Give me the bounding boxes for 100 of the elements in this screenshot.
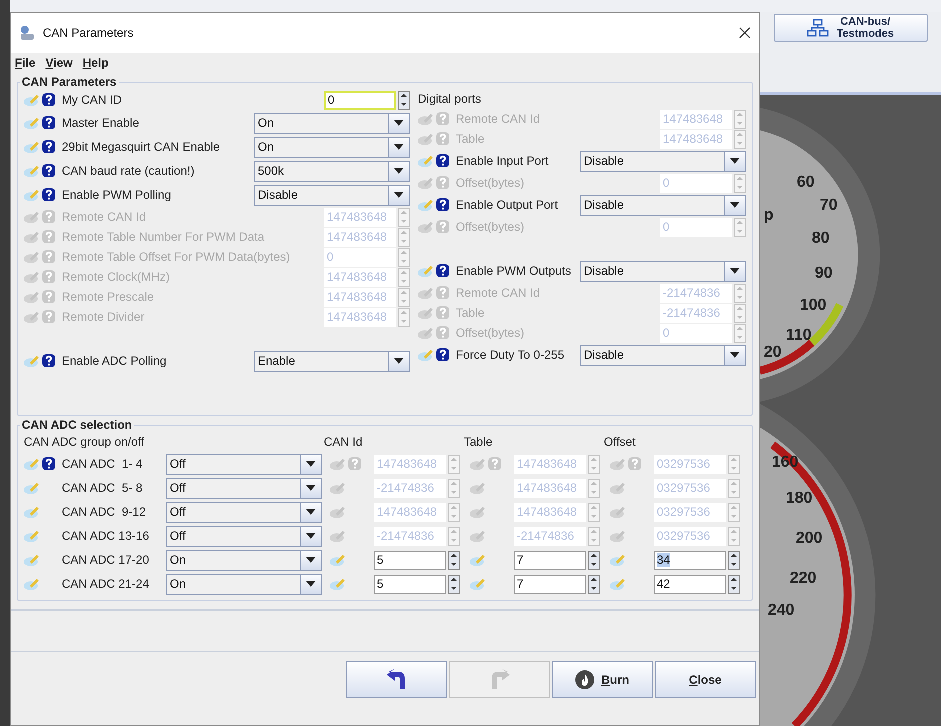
field-label: Table: [456, 306, 486, 320]
gauge-label: 240: [768, 602, 795, 619]
gauge-label: 70: [820, 197, 838, 214]
dropdown[interactable]: 500k: [254, 160, 410, 182]
caret-icon: [306, 461, 316, 467]
caret-icon: [306, 533, 316, 539]
caret-icon: [394, 168, 404, 174]
edit-icon[interactable]: [24, 290, 40, 304]
edit-icon[interactable]: [418, 286, 434, 300]
field-label: CAN ADC 17-20: [62, 553, 150, 567]
field-label: Remote Prescale: [62, 290, 156, 304]
help-icon[interactable]: [42, 164, 56, 178]
help-icon[interactable]: [436, 348, 450, 362]
dropdown[interactable]: Disable: [580, 344, 746, 366]
menu-item[interactable]: View: [46, 56, 73, 70]
edit-icon[interactable]: [24, 481, 40, 495]
edit-icon[interactable]: [330, 553, 346, 567]
dropdown[interactable]: On: [166, 550, 322, 570]
field-label: My CAN ID: [62, 93, 123, 107]
dropdown[interactable]: On: [254, 112, 410, 134]
close-button[interactable]: Close: [655, 661, 756, 698]
spinner-arrows[interactable]: [588, 574, 600, 594]
help-icon[interactable]: [42, 188, 56, 202]
column-header: Table: [464, 435, 494, 449]
edit-icon[interactable]: [610, 577, 626, 591]
number-field[interactable]: 0: [324, 90, 396, 110]
number-field[interactable]: 5: [374, 550, 446, 570]
edit-icon[interactable]: [24, 250, 40, 264]
edit-icon[interactable]: [24, 577, 40, 591]
menu-item[interactable]: Help: [82, 56, 109, 70]
edit-icon[interactable]: [24, 210, 40, 224]
undo-button[interactable]: [346, 661, 447, 698]
dropdown[interactable]: Disable: [580, 260, 746, 282]
number-field[interactable]: 5: [374, 574, 446, 594]
caret-icon: [394, 120, 404, 126]
dropdown[interactable]: On: [166, 574, 322, 594]
edit-icon[interactable]: [24, 270, 40, 284]
dropdown[interactable]: Off: [166, 526, 322, 546]
number-field[interactable]: 42: [654, 574, 726, 594]
dropdown[interactable]: Enable: [254, 350, 410, 372]
field-label: CAN ADC 1- 4: [62, 457, 144, 471]
spinner-arrows[interactable]: [398, 90, 410, 110]
field-label: Enable PWM Polling: [62, 188, 172, 202]
edit-icon[interactable]: [24, 553, 40, 567]
edit-icon[interactable]: [330, 577, 346, 591]
edit-icon[interactable]: [24, 529, 40, 543]
help-icon[interactable]: [42, 116, 56, 130]
burn-button[interactable]: Burn: [552, 661, 653, 698]
edit-icon[interactable]: [418, 306, 434, 320]
field-label: Offset(bytes): [456, 220, 526, 234]
field-label: Table: [456, 132, 486, 146]
dropdown[interactable]: On: [254, 136, 410, 158]
field-label: Offset(bytes): [456, 176, 526, 190]
caret-icon: [730, 352, 740, 358]
edit-icon[interactable]: [24, 310, 40, 324]
field-label: Remote CAN Id: [456, 286, 542, 300]
number-field[interactable]: 7: [514, 550, 586, 570]
help-icon[interactable]: [42, 93, 56, 107]
spinner-arrows[interactable]: [728, 574, 740, 594]
close-icon[interactable]: [739, 27, 751, 39]
toolbar-button[interactable]: CAN-bus/ Testmodes: [774, 14, 928, 42]
edit-icon[interactable]: [418, 326, 434, 340]
edit-icon[interactable]: [24, 230, 40, 244]
field-label: Remote CAN Id: [456, 112, 542, 126]
help-icon[interactable]: [436, 154, 450, 168]
help-icon[interactable]: [436, 264, 450, 278]
dropdown[interactable]: Off: [166, 454, 322, 474]
help-icon[interactable]: [42, 457, 56, 471]
help-icon[interactable]: [436, 198, 450, 212]
field-label: Enable Input Port: [456, 154, 550, 168]
dropdown[interactable]: Off: [166, 478, 322, 498]
field-label: Enable ADC Polling: [62, 354, 168, 368]
number-field[interactable]: 34: [654, 550, 726, 570]
field-label: Remote Table Offset For PWM Data(bytes): [62, 250, 292, 264]
edit-icon[interactable]: [418, 176, 434, 190]
dropdown[interactable]: Disable: [580, 194, 746, 216]
help-icon[interactable]: [42, 140, 56, 154]
spinner-arrows[interactable]: [448, 550, 460, 570]
edit-icon[interactable]: [470, 577, 486, 591]
help-icon[interactable]: [42, 354, 56, 368]
edit-icon[interactable]: [418, 132, 434, 146]
dropdown[interactable]: Disable: [580, 150, 746, 172]
edit-icon[interactable]: [470, 553, 486, 567]
field-label: CAN ADC 5- 8: [62, 481, 144, 495]
edit-icon[interactable]: [24, 505, 40, 519]
flame-icon: [575, 670, 596, 690]
edit-icon[interactable]: [418, 220, 434, 234]
spinner-arrows[interactable]: [728, 550, 740, 570]
dropdown[interactable]: Disable: [254, 184, 410, 206]
number-field[interactable]: 7: [514, 574, 586, 594]
dropdown[interactable]: Off: [166, 502, 322, 522]
gauge-label: 180: [786, 490, 813, 507]
caret-icon: [730, 202, 740, 208]
field-label: Remote Clock(MHz): [62, 270, 172, 284]
edit-icon[interactable]: [418, 112, 434, 126]
edit-icon[interactable]: [610, 553, 626, 567]
menu-item[interactable]: File: [15, 56, 36, 70]
spinner-arrows[interactable]: [588, 550, 600, 570]
field-label: CAN baud rate (caution!): [62, 164, 196, 178]
spinner-arrows[interactable]: [448, 574, 460, 594]
